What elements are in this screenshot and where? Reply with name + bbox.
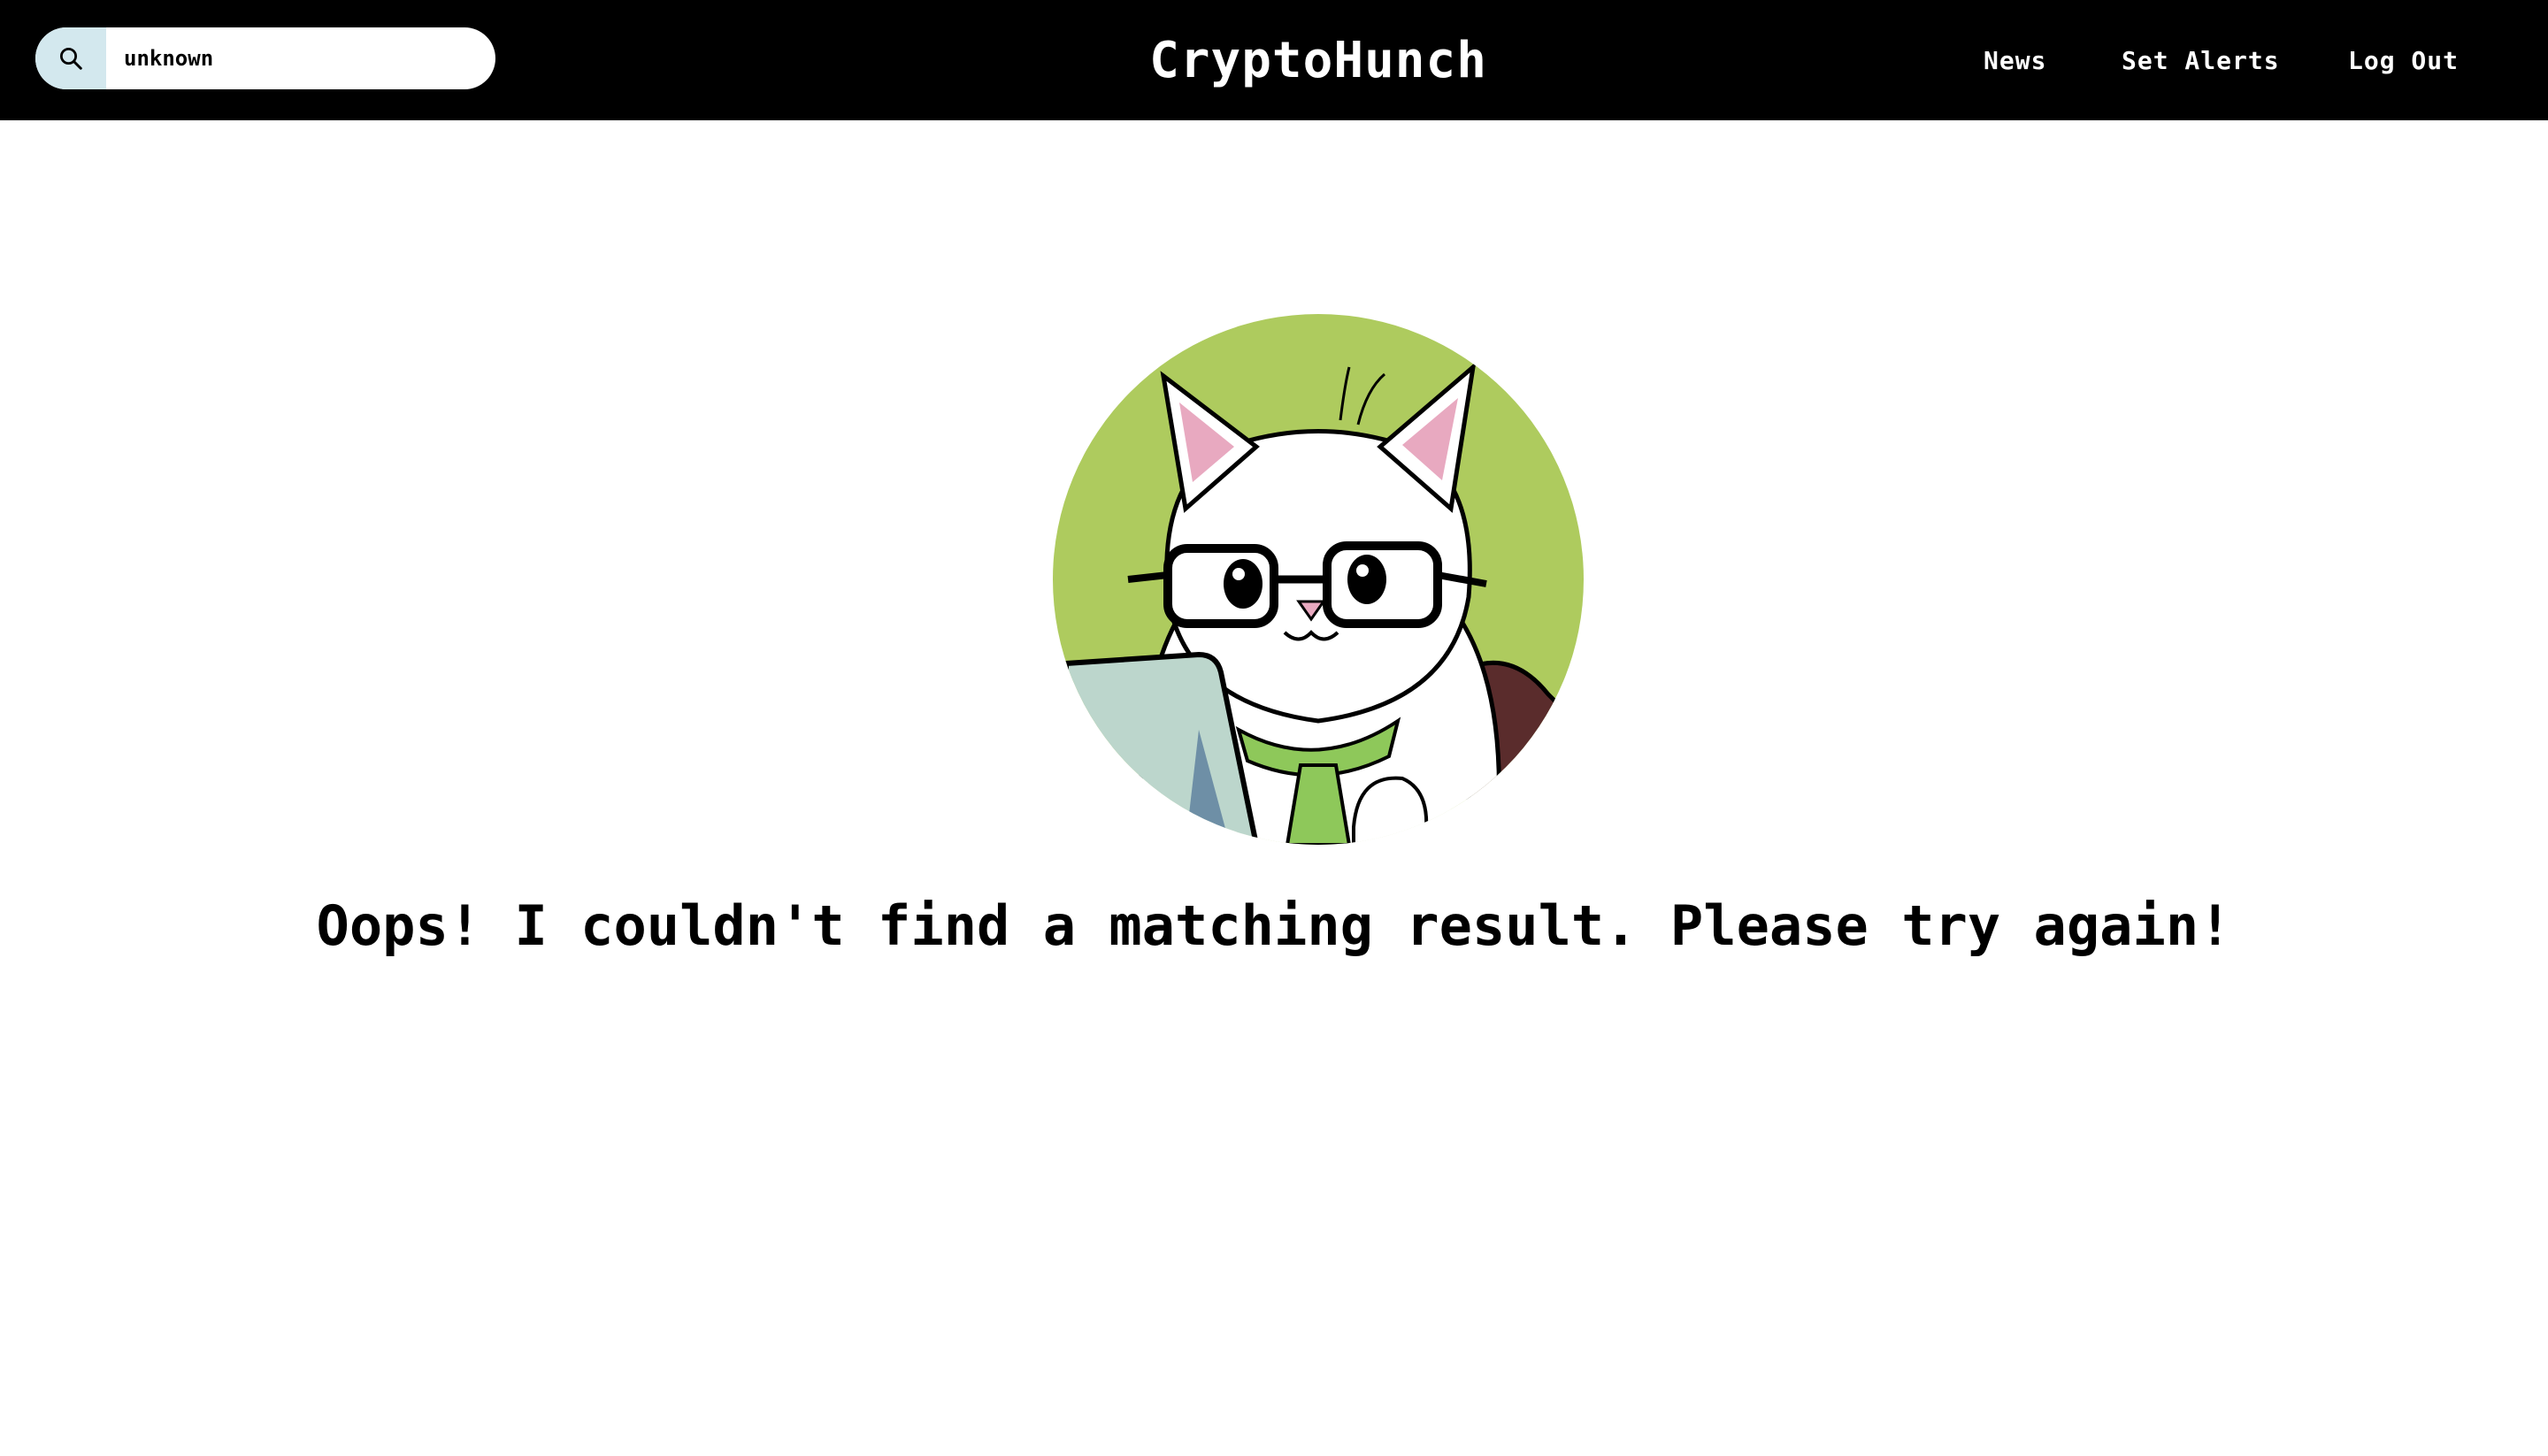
nav-news[interactable]: News: [1984, 0, 2046, 120]
search-button[interactable]: [35, 27, 106, 89]
brand-logo[interactable]: CryptoHunch: [1053, 0, 1584, 120]
top-navbar: CryptoHunch News Set Alerts Log Out: [0, 0, 2548, 120]
nav-log-out[interactable]: Log Out: [2348, 0, 2459, 120]
no-results-message: Oops! I couldn't find a matching result.…: [316, 893, 2232, 958]
search-input[interactable]: [106, 27, 478, 89]
nav-set-alerts[interactable]: Set Alerts: [2122, 0, 2280, 120]
cat-mascot-illustration: [1053, 314, 1584, 845]
search-bar: [35, 27, 495, 89]
search-icon: [60, 48, 82, 70]
